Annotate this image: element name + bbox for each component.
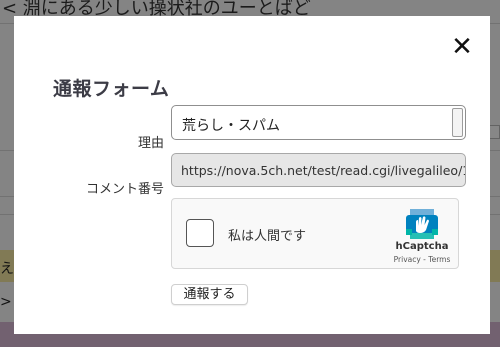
captcha-checkbox-label: 私は人間です (228, 229, 307, 244)
reason-label: 理由 (137, 136, 164, 151)
submit-report-button[interactable]: 通報する (171, 284, 248, 305)
close-icon[interactable]: ✕ (451, 34, 473, 60)
select-arrow-icon (452, 108, 463, 137)
hcaptcha-privacy-terms-link[interactable]: Privacy - Terms (386, 255, 458, 264)
reason-selected-value: 荒らし・スパム (182, 118, 280, 134)
hcaptcha-logo-icon (406, 209, 438, 239)
modal-title: 通報フォーム (53, 78, 170, 100)
comment-number-label: コメント番号 (85, 182, 164, 197)
report-modal: ✕ 通報フォーム 理由 荒らし・スパム コメント番号 https://nova.… (14, 16, 490, 334)
comment-number-field[interactable]: https://nova.5ch.net/test/read.cgi/liveg… (171, 153, 466, 187)
reason-select[interactable]: 荒らし・スパム (171, 105, 466, 140)
captcha-checkbox[interactable] (186, 219, 214, 247)
hcaptcha-widget: 私は人間です hCaptcha Privacy - Terms (171, 198, 459, 269)
comment-number-value: https://nova.5ch.net/test/read.cgi/liveg… (181, 163, 466, 178)
hcaptcha-brand: hCaptcha (395, 241, 449, 252)
